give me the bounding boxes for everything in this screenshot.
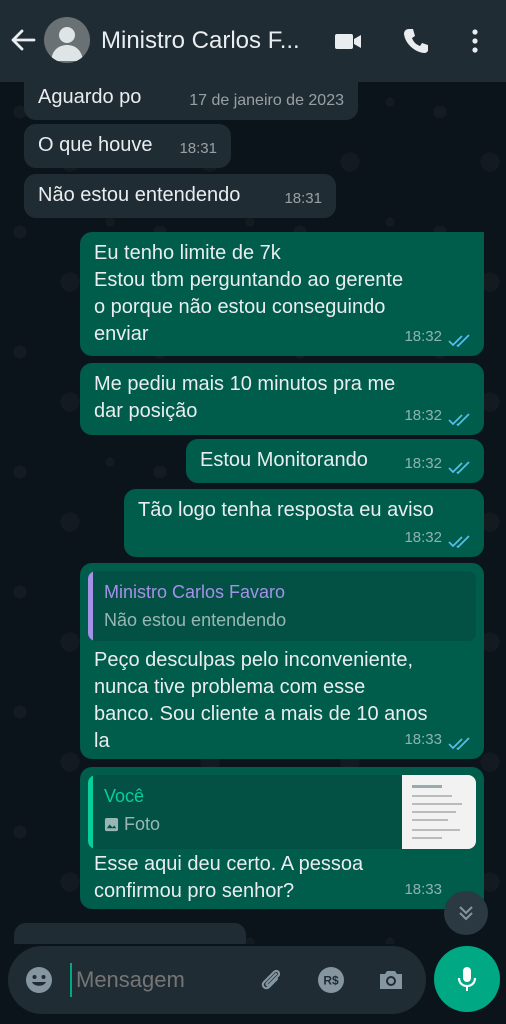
chat-area[interactable]: Aguardo po 17 de janeiro de 2023 O que h… [0, 82, 506, 944]
message-time: 18:32 [404, 455, 442, 472]
message-outgoing-reply[interactable]: Você Foto Esse aqui deu certo. A pessoa … [80, 767, 484, 909]
message-incoming[interactable]: Aguardo po 17 de janeiro de 2023 [24, 82, 358, 120]
read-receipt-icon [448, 737, 470, 751]
payment-icon[interactable]: R$ [316, 965, 346, 995]
emoji-icon[interactable] [24, 965, 54, 995]
double-chevron-down-icon [459, 906, 473, 921]
more-options-icon[interactable] [460, 26, 490, 56]
video-call-icon[interactable] [333, 26, 363, 56]
message-text: Não estou entendendo [38, 184, 241, 206]
message-time: 17 de janeiro de 2023 [189, 92, 344, 109]
voice-message-button[interactable] [434, 946, 500, 1012]
message-text: Tão logo tenha resposta eu aviso [138, 499, 434, 521]
camera-icon[interactable] [376, 965, 406, 995]
read-receipt-icon [448, 413, 470, 427]
quoted-message[interactable]: Você Foto [88, 775, 476, 849]
contact-name[interactable]: Ministro Carlos F... [101, 27, 321, 55]
photo-thumbnail[interactable] [402, 775, 476, 849]
message-time: 18:32 [404, 407, 442, 424]
back-arrow-icon[interactable] [8, 25, 38, 55]
scroll-to-bottom-button[interactable] [444, 891, 488, 935]
message-time: 18:32 [404, 328, 442, 345]
message-outgoing[interactable]: Tão logo tenha resposta eu aviso 18:32 [124, 489, 484, 557]
message-outgoing-reply[interactable]: Ministro Carlos Favaro Não estou entende… [80, 563, 484, 759]
read-receipt-icon [448, 461, 470, 475]
message-time: 18:31 [179, 140, 217, 157]
chat-header: Ministro Carlos F... [0, 0, 506, 82]
message-time: 18:33 [404, 881, 442, 898]
quoted-sender: Ministro Carlos Favaro [104, 582, 286, 602]
message-text: Peço desculpas pelo inconveniente, nunca… [94, 649, 428, 752]
message-input[interactable] [70, 963, 220, 997]
quoted-message[interactable]: Ministro Carlos Favaro Não estou entende… [88, 571, 476, 641]
message-composer: R$ [8, 946, 426, 1014]
message-outgoing[interactable]: Me pediu mais 10 minutos pra me dar posi… [80, 363, 484, 435]
avatar[interactable] [44, 17, 90, 63]
svg-text:R$: R$ [323, 974, 339, 988]
read-receipt-icon [448, 334, 470, 348]
message-incoming[interactable]: O que houve 18:31 [24, 124, 231, 168]
quoted-sender: Você [104, 786, 145, 806]
microphone-icon [457, 967, 477, 991]
message-outgoing[interactable]: Eu tenho limite de 7k Estou tbm pergunta… [80, 232, 484, 356]
message-outgoing[interactable]: Estou Monitorando 18:32 [186, 439, 484, 483]
message-incoming[interactable]: Não estou entendendo 18:31 [24, 174, 336, 218]
message-text: Esse aqui deu certo. A pessoa confirmou … [94, 853, 364, 902]
quoted-text: Não estou entendendo [104, 610, 287, 630]
message-incoming-partial[interactable] [14, 923, 246, 944]
message-time: 18:32 [404, 529, 442, 546]
message-time: 18:31 [284, 190, 322, 207]
quoted-text: Foto [124, 814, 161, 834]
phone-icon[interactable] [401, 26, 431, 56]
message-time: 18:33 [404, 731, 442, 748]
photo-icon [104, 817, 119, 832]
read-receipt-icon [448, 535, 470, 549]
attach-icon[interactable] [256, 965, 286, 995]
